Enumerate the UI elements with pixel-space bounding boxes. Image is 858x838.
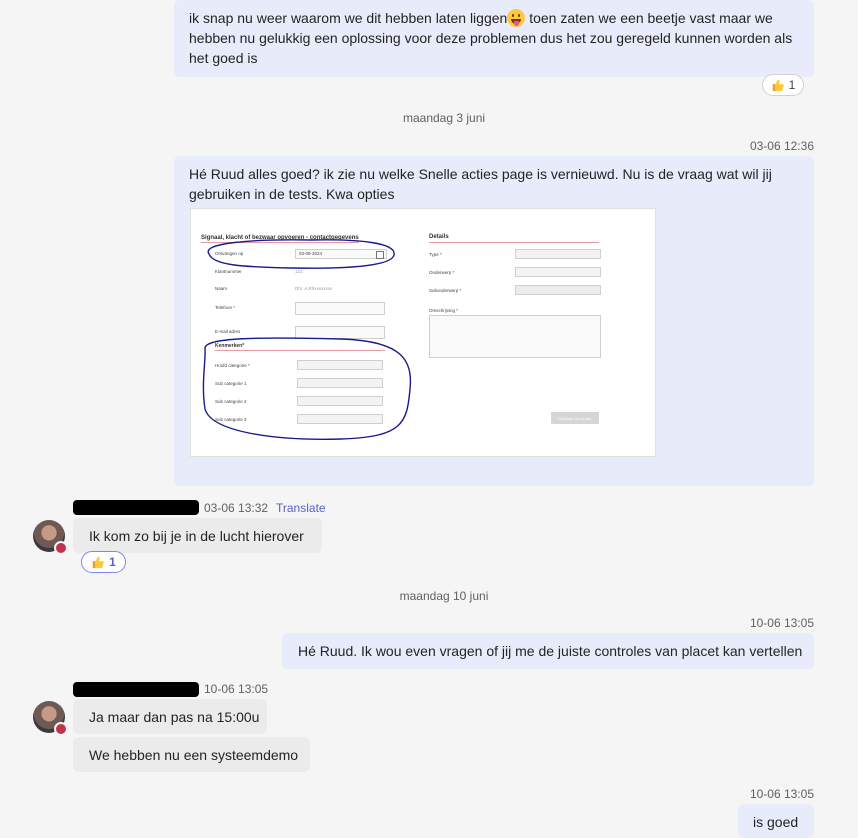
incoming-message-bubble[interactable]: Ja maar dan pas na 15:00u [73,699,267,734]
reaction-count: 1 [788,78,796,92]
redacted-sender-name [73,682,199,697]
message-timestamp: 03-06 12:36 [749,139,814,153]
thumbs-up-icon [772,79,784,92]
message-timestamp: 10-06 13:05 [749,616,814,630]
presence-busy-icon [54,541,68,555]
message-text: ik snap nu weer waarom we dit hebben lat… [189,8,801,68]
outgoing-message-bubble[interactable]: Hé Ruud. Ik wou even vragen of jij me de… [282,633,814,669]
message-text: Ja maar dan pas na 15:00u [89,709,260,725]
outgoing-message-bubble[interactable]: Hé Ruud alles goed? ik zie nu welke Snel… [174,156,814,486]
message-text: is goed [753,814,799,830]
date-divider: maandag 3 juni [402,111,486,125]
message-text-part: ik snap nu weer waarom we dit hebben lat… [189,10,508,26]
message-text: Ik kom zo bij je in de lucht hierover [89,528,304,544]
translate-link[interactable]: Translate [276,501,326,515]
incoming-message-bubble[interactable]: We hebben nu een systeemdemo [73,737,310,772]
grinning-tongue-emoji-icon [507,9,526,27]
reaction-count: 1 [109,555,116,569]
message-text: Hé Ruud. Ik wou even vragen of jij me de… [298,643,803,659]
message-timestamp: 03-06 13:32 [204,501,269,515]
reaction-pill[interactable]: 1 [81,551,126,573]
message-text: We hebben nu een systeemdemo [89,747,299,763]
message-timestamp: 10-06 13:05 [204,682,269,696]
thumbs-up-icon [92,556,104,569]
presence-busy-icon [54,722,68,736]
pen-annotation [202,239,412,440]
redacted-sender-name [73,500,199,515]
reaction-pill[interactable]: 1 [762,74,804,96]
message-timestamp: 10-06 13:05 [749,787,814,801]
outgoing-message-bubble[interactable]: ik snap nu weer waarom we dit hebben lat… [174,0,814,77]
date-divider: maandag 10 juni [399,589,489,603]
message-text: Hé Ruud alles goed? ik zie nu welke Snel… [189,166,772,202]
attached-image[interactable]: Signaal, klacht of bezwaar opvoeren - co… [190,208,656,457]
incoming-message-bubble[interactable]: Ik kom zo bij je in de lucht hierover [73,518,322,553]
